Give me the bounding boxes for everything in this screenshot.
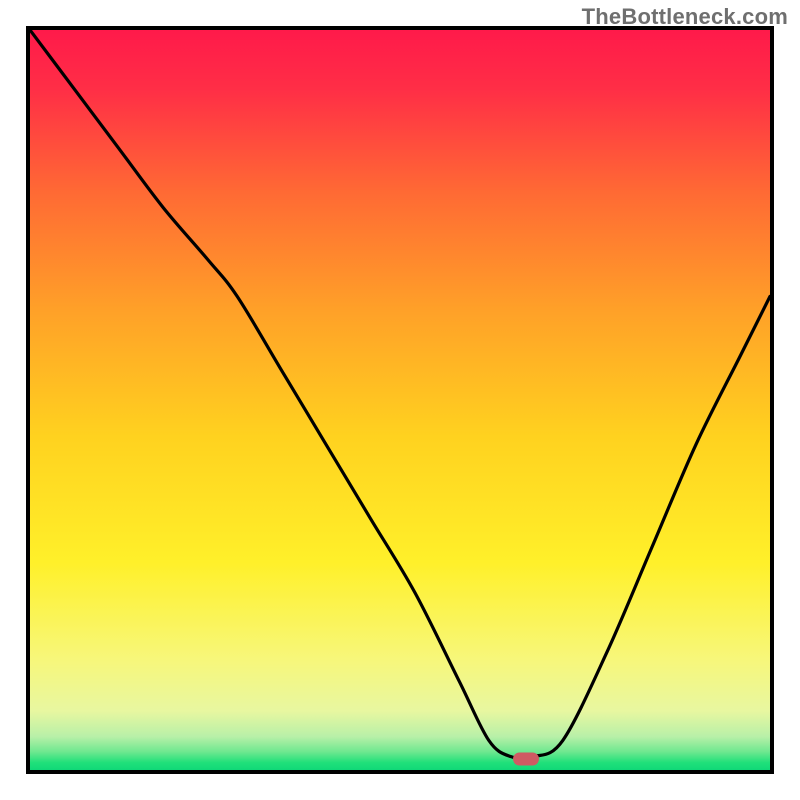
chart-wrap: TheBottleneck.com [0,0,800,800]
plot-area [30,30,770,770]
bottleneck-curve [30,30,770,770]
watermark-text: TheBottleneck.com [582,4,788,30]
bottleneck-marker [513,752,539,765]
